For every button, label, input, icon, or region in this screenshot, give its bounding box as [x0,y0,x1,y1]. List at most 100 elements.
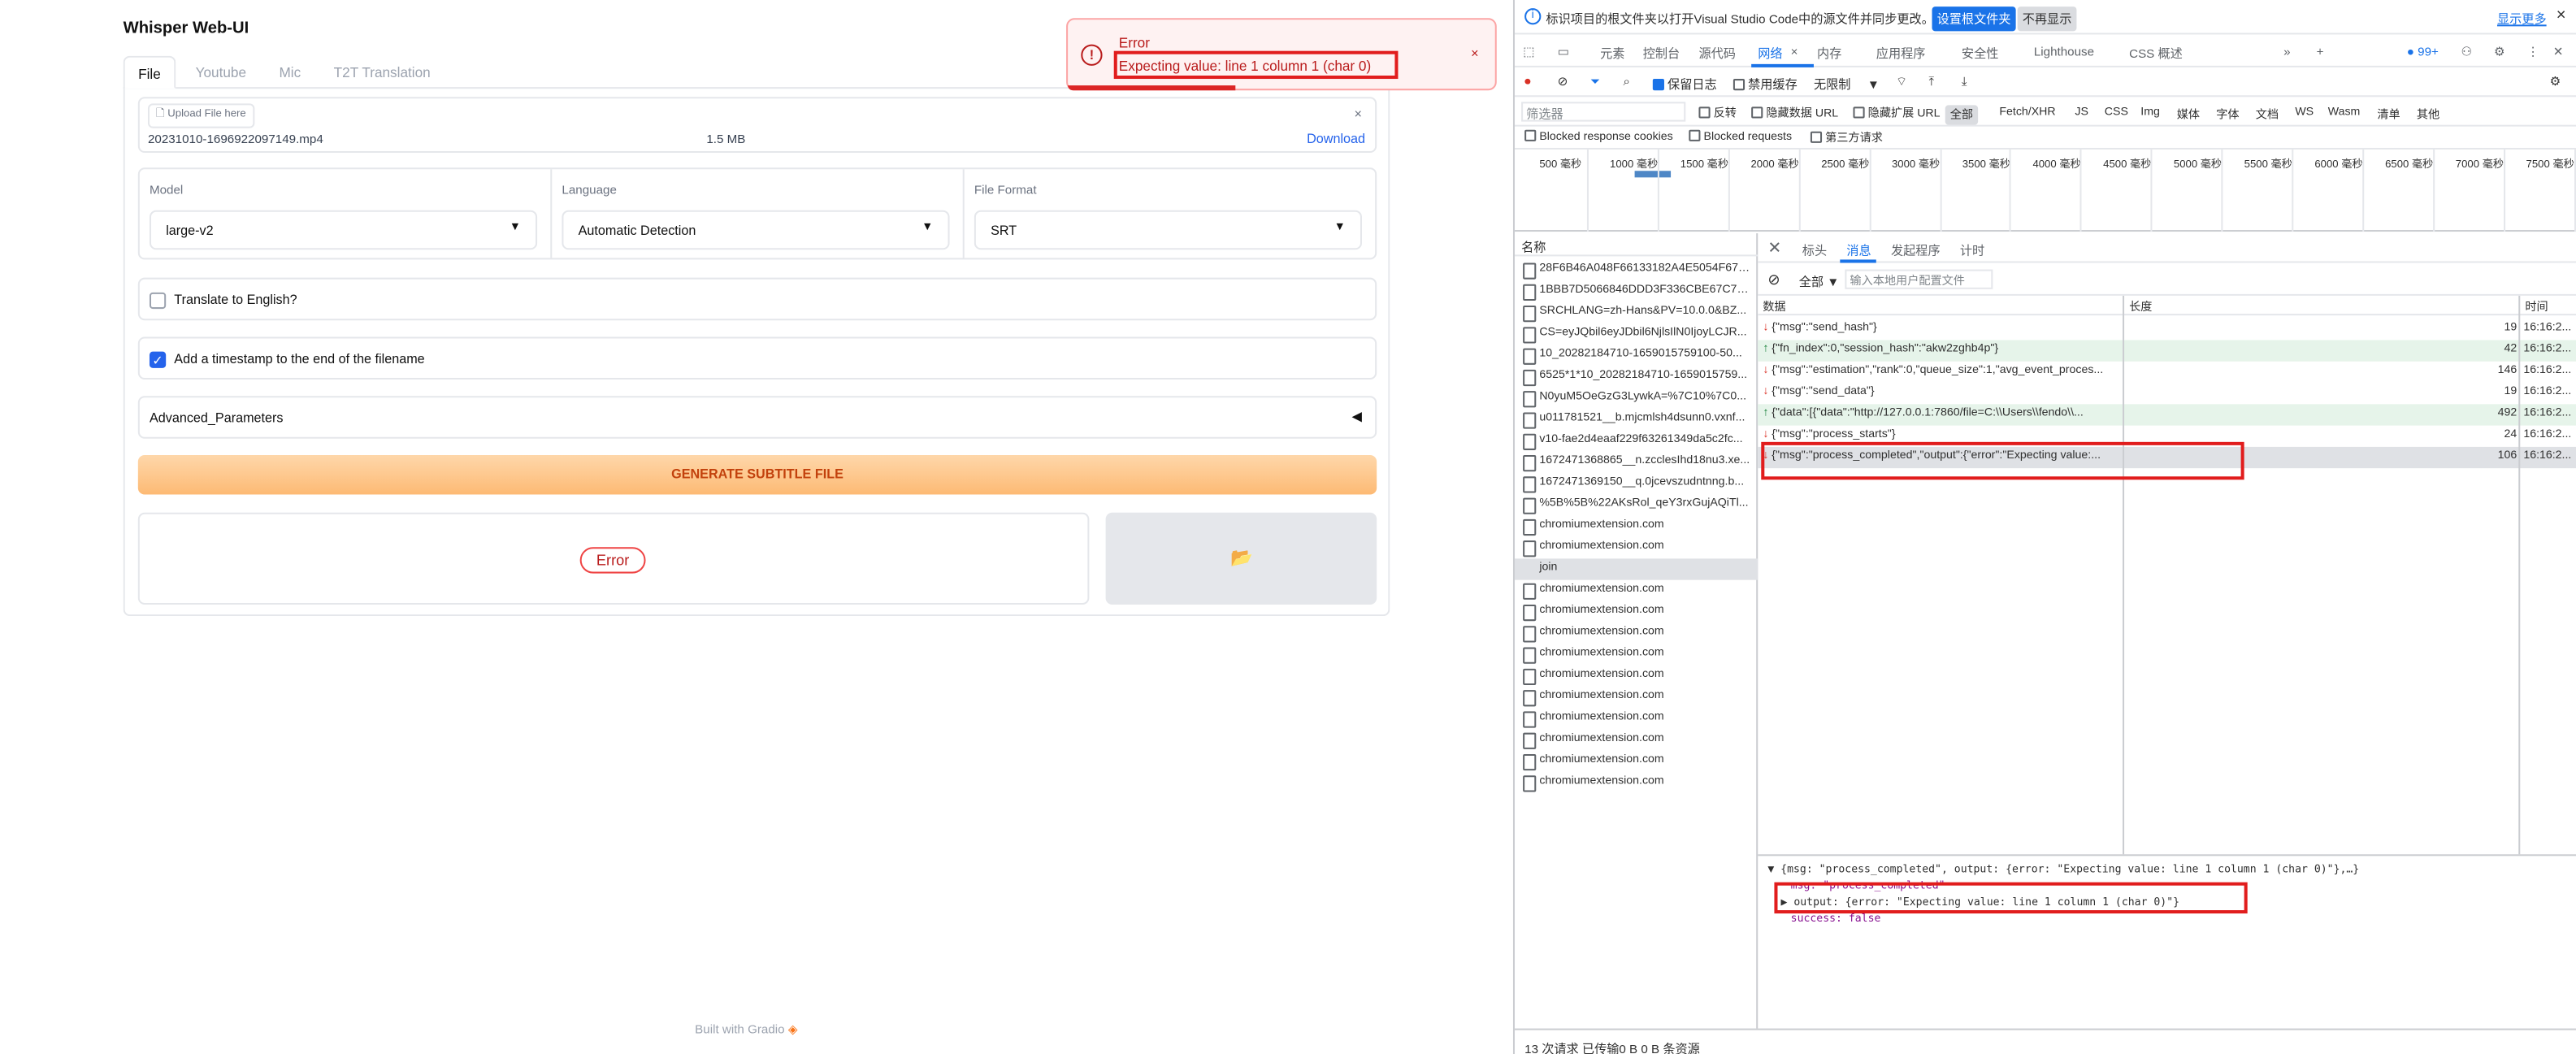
network-timeline[interactable]: 500 毫秒 1000 毫秒 1500 毫秒 2000 毫秒 2500 毫秒 3000 毫… [1515,149,2576,232]
message-row[interactable]: ↑ {"fn_index":0,"session_hash":"akw2zghb… [1758,340,2576,362]
menu-icon[interactable]: ⋮ [2526,45,2539,59]
col-data[interactable]: 数据 [1763,299,1785,315]
model-dropdown[interactable]: large-v2 ▼ [149,210,538,250]
message-row[interactable]: ↑ {"data":[{"data":"http://127.0.0.1:786… [1758,404,2576,426]
type-manifest[interactable]: 清单 [2372,105,2405,124]
dont-show-again-button[interactable]: 不再显示 [2017,7,2077,32]
request-row[interactable]: chromiumextension.com [1515,537,1758,558]
language-dropdown[interactable]: Automatic Detection ▼ [562,210,950,250]
timestamp-checkbox[interactable]: ✓ [149,351,167,368]
filter-input[interactable]: 筛选器 [1521,102,1686,122]
request-row[interactable]: chromiumextension.com [1515,666,1758,687]
tab-css-overview[interactable]: CSS 概述 [2129,45,2183,63]
message-row[interactable]: ↓ {"msg":"send_hash"} 19 16:16:2... [1758,319,2576,340]
request-row[interactable]: N0yuM5OeGzG3LywkA=%7C10%7C0... [1515,388,1758,409]
preserve-log[interactable]: 保留日志 [1652,76,1717,93]
connect-icon[interactable]: ⚇ [2461,45,2473,59]
clear-messages-icon[interactable]: ⊘ [1767,271,1780,289]
output-file-box[interactable]: 📂 [1105,512,1377,605]
type-wasm[interactable]: Wasm [2323,105,2366,119]
request-row[interactable]: 10_20282184710-1659015759100-50... [1515,345,1758,367]
request-row[interactable]: chromiumextension.com [1515,516,1758,537]
request-row[interactable]: CS=eyJQbil6eyJDbil6NjlsIlN0IjoyLCJR... [1515,323,1758,345]
type-js[interactable]: JS [2070,105,2093,119]
request-row[interactable]: SRCHLANG=zh-Hans&PV=10.0.0&BZ... [1515,302,1758,323]
col-time[interactable]: 时间 [2525,299,2548,315]
message-type-select[interactable]: 全部 ▼ [1799,273,1840,291]
tab-sources[interactable]: 源代码 [1698,45,1735,63]
translate-checkbox[interactable] [149,292,167,310]
close-icon[interactable]: × [2556,7,2566,24]
blocked-requests-option[interactable]: Blocked requests [1689,129,1792,143]
tab-network[interactable]: 网络 [1758,45,1782,63]
filter-icon[interactable]: ⏷ [1590,74,1600,90]
request-row[interactable]: 6525*1*10_20282184710-1659015759... [1515,367,1758,388]
type-ws[interactable]: WS [2290,105,2318,119]
type-css[interactable]: CSS [2100,105,2133,119]
tab-t2t-translation[interactable]: T2T Translation [334,56,431,87]
tab-mic[interactable]: Mic [279,56,301,87]
col-length[interactable]: 长度 [2129,299,2152,315]
close-detail-icon[interactable]: ✕ [1767,240,1781,258]
detail-summary[interactable]: ▼ {msg: "process_completed", output: {er… [1767,862,2359,875]
message-row[interactable]: ↓ {"msg":"estimation","rank":0,"queue_si… [1758,362,2576,383]
add-tab-icon[interactable]: + [2317,45,2324,59]
tab-messages[interactable]: 消息 [1846,241,1871,259]
footer[interactable]: Built with Gradio ◈ [695,1021,797,1036]
tab-application[interactable]: 应用程序 [1876,45,1926,63]
type-other[interactable]: 其他 [2412,105,2444,124]
request-row[interactable]: chromiumextension.com [1515,601,1758,622]
settings-gear-icon[interactable]: ⚙ [2494,45,2505,59]
disable-cache[interactable]: 禁用缓存 [1733,76,1798,93]
tab-file[interactable]: File [123,55,176,89]
clear-file-button[interactable]: × [1355,106,1362,121]
request-row[interactable]: u011781521__b.mjcmlsh4dsunn0.vxnf... [1515,409,1758,430]
upload-area[interactable]: 🗋 Upload File here × 20231010-1696922097… [137,97,1377,154]
request-row[interactable]: chromiumextension.com [1515,687,1758,708]
inspect-icon[interactable]: ⬚ [1523,45,1534,59]
close-devtools-icon[interactable]: ✕ [2553,45,2564,59]
request-row[interactable]: chromiumextension.com [1515,622,1758,644]
record-icon[interactable]: ⏺ [1524,74,1531,90]
toast-close-button[interactable]: × [1471,46,1478,61]
type-doc[interactable]: 文档 [2251,105,2283,124]
advanced-parameters-accordion[interactable]: Advanced_Parameters ◀ [137,396,1377,439]
name-column-header[interactable]: 名称 [1515,233,1759,257]
tab-memory[interactable]: 内存 [1817,45,1841,63]
invert-option[interactable]: 反转 [1698,105,1737,121]
request-row[interactable]: 1672471368865__n.zcclesIhd18nu3.xe... [1515,452,1758,473]
tab-console[interactable]: 控制台 [1643,45,1680,63]
more-tabs-icon[interactable]: » [2283,45,2290,59]
blocked-cookies-option[interactable]: Blocked response cookies [1524,129,1673,143]
throttle-select[interactable]: 无限制 ▼ [1814,76,1880,93]
tab-headers[interactable]: 标头 [1802,241,1827,259]
request-row[interactable]: chromiumextension.com [1515,730,1758,751]
request-row[interactable]: chromiumextension.com [1515,772,1758,793]
tab-close-icon[interactable]: × [1791,45,1798,59]
tab-youtube[interactable]: Youtube [196,56,246,87]
request-row[interactable]: 1672471369150__q.0jcevszudntnng.b... [1515,473,1758,494]
message-row[interactable]: ↓ {"msg":"send_data"} 19 16:16:2... [1758,383,2576,404]
network-conditions-icon[interactable]: ⌔ [1896,74,1907,90]
request-row[interactable]: chromiumextension.com [1515,580,1758,601]
hide-ext-url-option[interactable]: 隐藏扩展 URL [1853,105,1941,121]
device-toggle-icon[interactable]: ▭ [1558,45,1569,59]
request-row-join[interactable]: join [1515,558,1759,580]
format-dropdown[interactable]: SRT ▼ [974,210,1362,250]
third-party-option[interactable]: 第三方请求 [1810,130,1883,146]
download-har-icon[interactable]: ⤓ [1962,74,1967,90]
type-img[interactable]: Img [2136,105,2165,119]
request-row[interactable]: chromiumextension.com [1515,644,1758,666]
generate-button[interactable]: GENERATE SUBTITLE FILE [137,455,1377,495]
upload-har-icon[interactable]: ⤒ [1928,74,1934,90]
message-filter-input[interactable]: 输入本地用户配置文件 [1845,269,1993,289]
request-row[interactable]: chromiumextension.com [1515,708,1758,729]
type-all[interactable]: 全部 [1945,105,1979,125]
clear-icon[interactable]: ⊘ [1558,74,1568,89]
set-root-folder-button[interactable]: 设置根文件夹 [1932,7,2016,32]
request-row[interactable]: 28F6B46A048F66133182A4E5054F672... [1515,259,1758,280]
type-fetch-xhr[interactable]: Fetch/XHR [1994,105,2060,119]
request-row[interactable]: v10-fae2d4eaaf229f63261349da5c2fc... [1515,431,1758,452]
network-settings-icon[interactable]: ⚙ [2550,74,2561,89]
tab-security[interactable]: 安全性 [1962,45,1998,63]
